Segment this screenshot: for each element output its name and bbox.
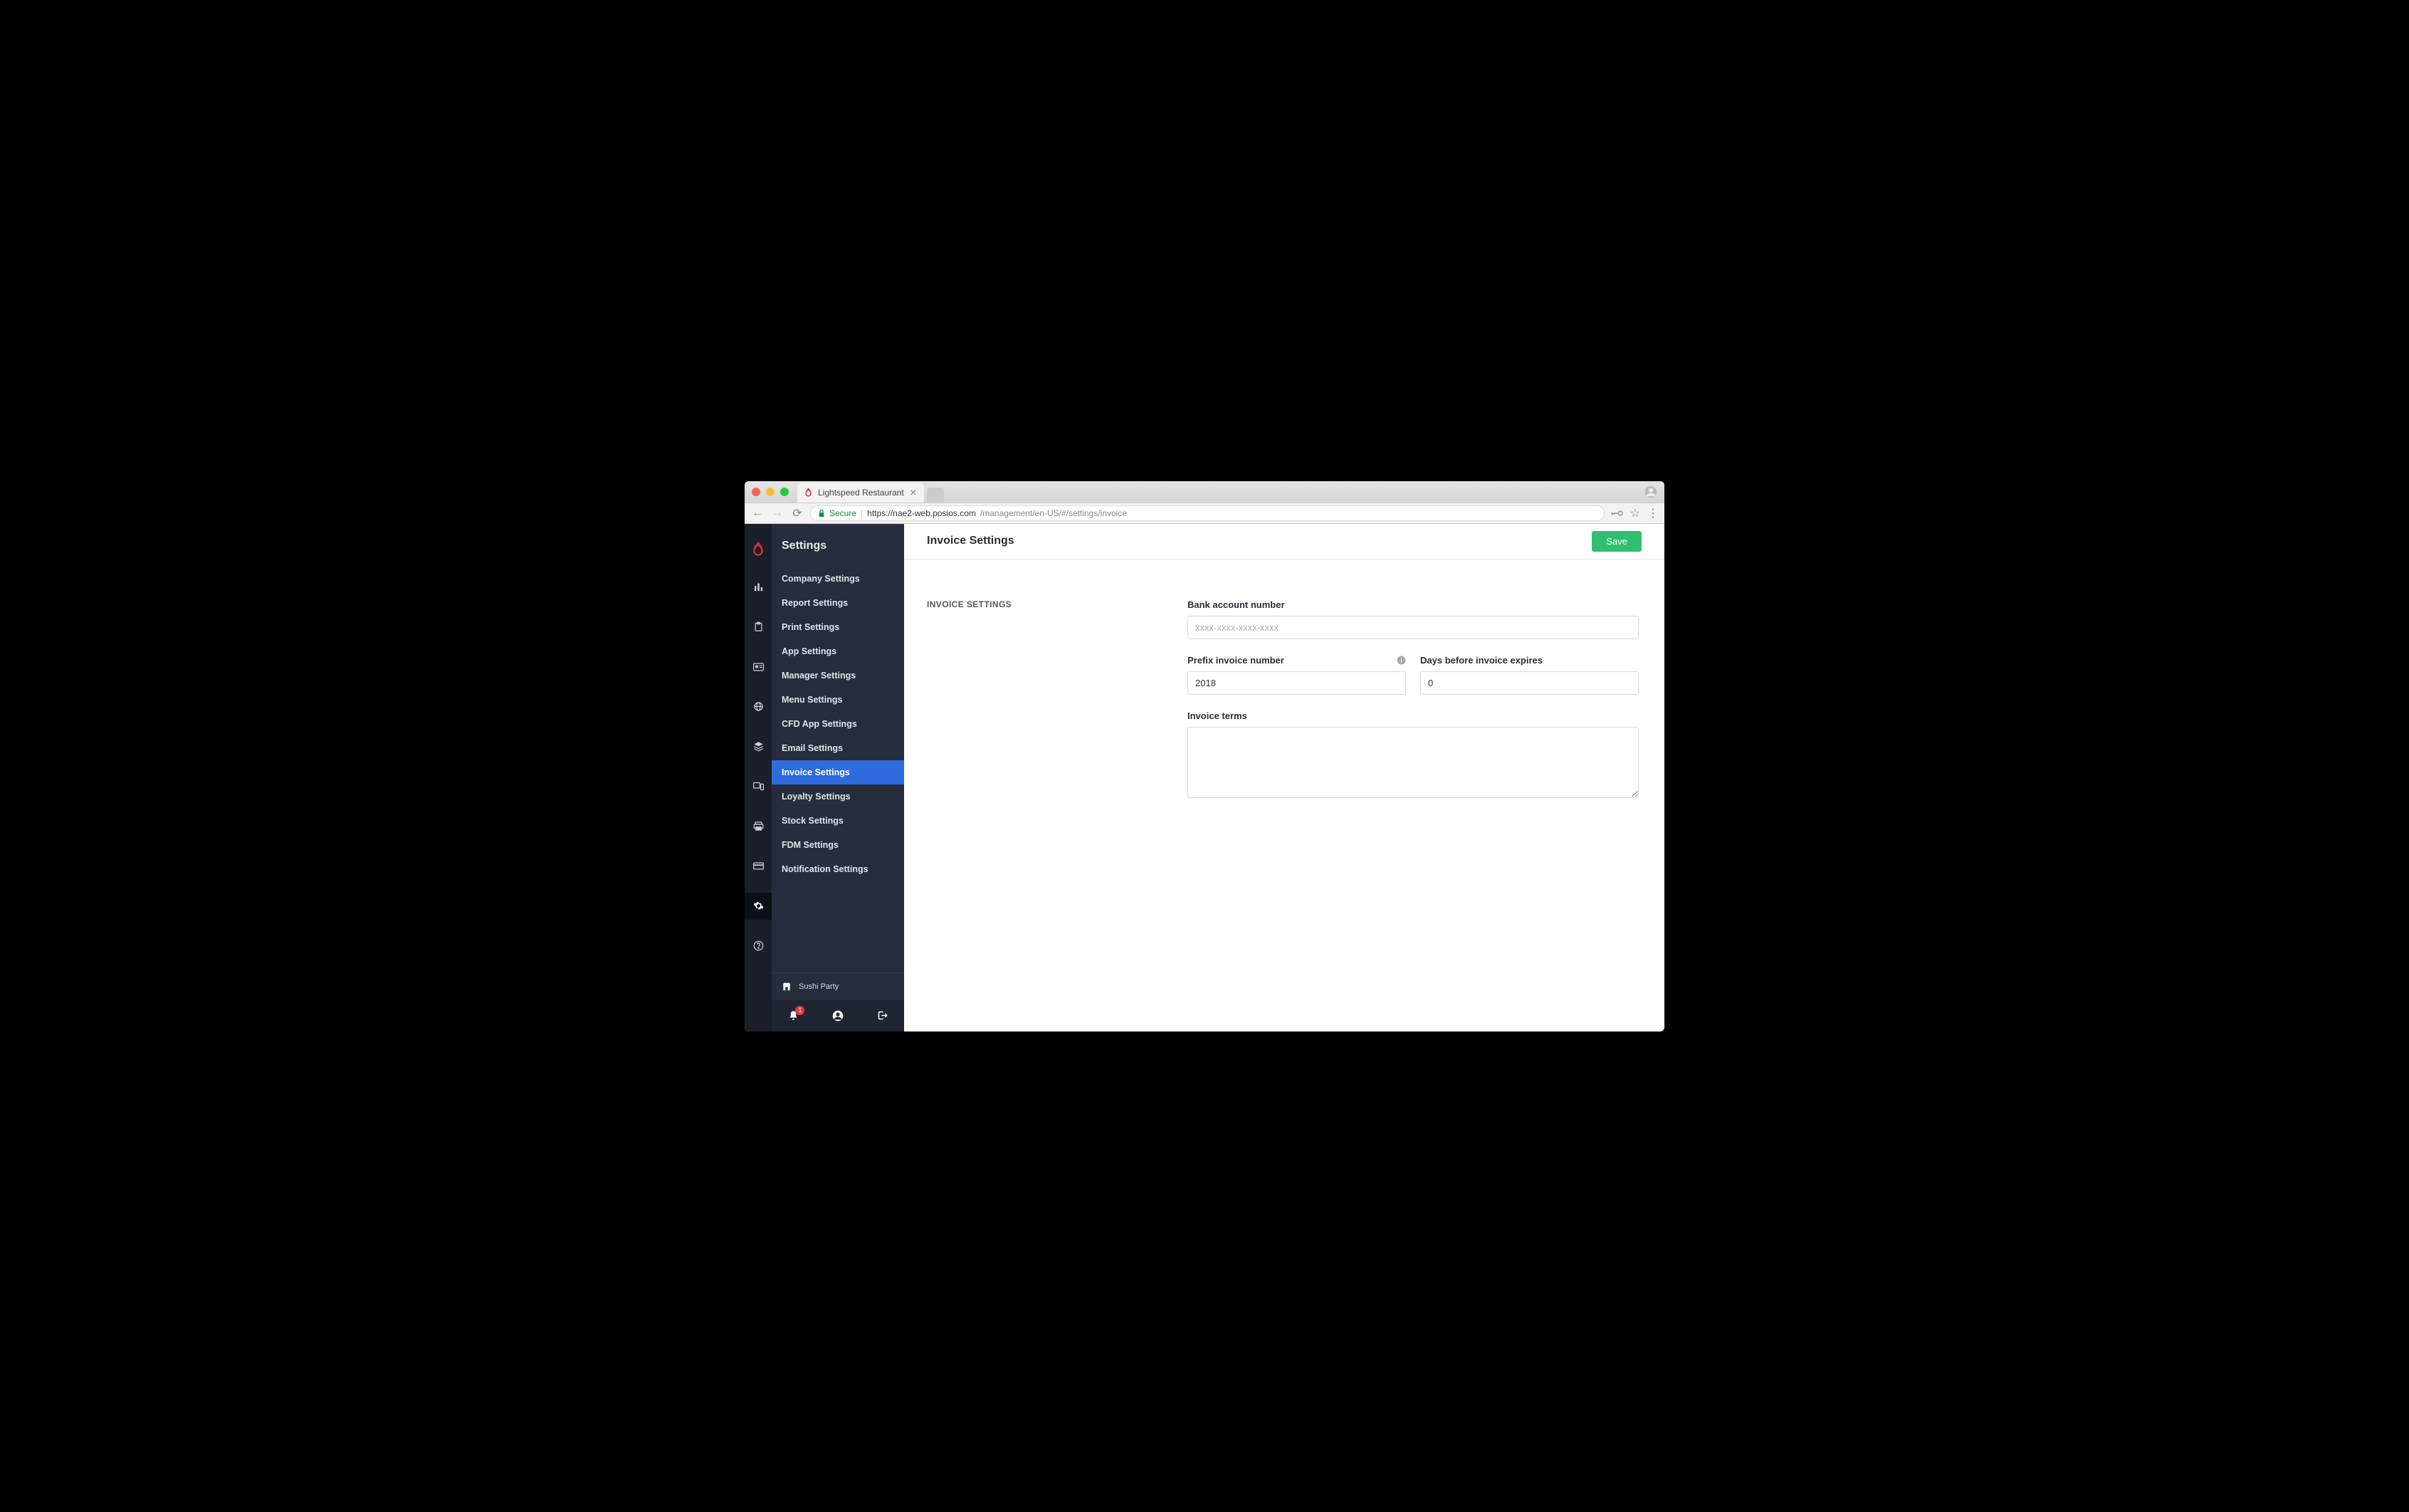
url-input[interactable]: Secure | https://nae2-web.posios.com/man… bbox=[810, 505, 1605, 521]
rail-printer-icon[interactable] bbox=[745, 813, 772, 840]
sidebar-item-label: Invoice Settings bbox=[782, 767, 850, 777]
terms-field: Invoice terms bbox=[1187, 710, 1639, 802]
rail-gear-icon[interactable] bbox=[745, 893, 772, 920]
prefix-field: Prefix invoice number bbox=[1187, 655, 1406, 695]
terms-textarea[interactable] bbox=[1187, 727, 1639, 798]
sidebar-item-loyalty-settings[interactable]: Loyalty Settings bbox=[772, 784, 904, 809]
prefix-label-text: Prefix invoice number bbox=[1187, 655, 1284, 666]
minimize-window-button[interactable] bbox=[766, 488, 775, 496]
browser-window: Lightspeed Restaurant ✕ ← → ⟳ Secure | h… bbox=[745, 481, 1664, 1031]
rail-devices-icon[interactable] bbox=[745, 773, 772, 800]
sidebar-item-label: Manager Settings bbox=[782, 671, 856, 681]
url-path: /management/en-US/#/settings/invoice bbox=[980, 508, 1127, 518]
section-label: INVOICE SETTINGS bbox=[927, 599, 1166, 817]
address-bar-actions: ☆ ⋮ bbox=[1610, 506, 1659, 520]
browser-tab[interactable]: Lightspeed Restaurant ✕ bbox=[797, 483, 924, 503]
page-title: Invoice Settings bbox=[927, 535, 1014, 547]
form-area: Bank account number Prefix invoice numbe… bbox=[1187, 599, 1639, 817]
rail-help-icon[interactable] bbox=[745, 933, 772, 960]
app-logo-icon[interactable] bbox=[752, 541, 765, 557]
window-controls bbox=[752, 488, 789, 496]
browser-chrome: Lightspeed Restaurant ✕ ← → ⟳ Secure | h… bbox=[745, 481, 1664, 524]
sidebar-items: Company Settings Report Settings Print S… bbox=[772, 567, 904, 972]
sidebar-item-app-settings[interactable]: App Settings bbox=[772, 639, 904, 663]
new-tab-button[interactable] bbox=[927, 488, 944, 502]
sidebar-item-label: Menu Settings bbox=[782, 695, 842, 705]
sidebar-item-menu-settings[interactable]: Menu Settings bbox=[772, 688, 904, 712]
rail-clipboard-icon[interactable] bbox=[745, 614, 772, 641]
info-icon[interactable] bbox=[1397, 656, 1406, 665]
notification-badge: 1 bbox=[795, 1006, 804, 1015]
icon-rail bbox=[745, 524, 772, 1031]
tab-title: Lightspeed Restaurant bbox=[818, 488, 904, 498]
app-body: Settings Company Settings Report Setting… bbox=[745, 524, 1664, 1031]
tab-bar: Lightspeed Restaurant ✕ bbox=[745, 481, 1664, 503]
secure-label: Secure bbox=[829, 508, 856, 518]
flame-icon bbox=[804, 488, 812, 497]
sidebar-item-fdm-settings[interactable]: FDM Settings bbox=[772, 833, 904, 857]
main-content: Invoice Settings Save INVOICE SETTINGS B… bbox=[904, 524, 1664, 1031]
close-tab-icon[interactable]: ✕ bbox=[910, 488, 917, 498]
sidebar-item-company-settings[interactable]: Company Settings bbox=[772, 567, 904, 591]
rail-card-icon[interactable] bbox=[745, 853, 772, 880]
prefix-input[interactable] bbox=[1187, 671, 1406, 695]
rail-layers-icon[interactable] bbox=[745, 733, 772, 760]
sidebar-item-manager-settings[interactable]: Manager Settings bbox=[772, 663, 904, 688]
settings-sidebar: Settings Company Settings Report Setting… bbox=[772, 524, 904, 1031]
star-icon[interactable]: ☆ bbox=[1630, 506, 1640, 520]
bank-account-label: Bank account number bbox=[1187, 599, 1639, 610]
bank-account-input[interactable] bbox=[1187, 616, 1639, 639]
account-row[interactable]: Sushi Party bbox=[772, 972, 904, 1000]
logout-button[interactable] bbox=[877, 1010, 888, 1021]
sidebar-item-label: Email Settings bbox=[782, 743, 843, 753]
sidebar-item-label: Loyalty Settings bbox=[782, 792, 851, 802]
sidebar-bottom-bar: 1 bbox=[772, 1000, 904, 1031]
save-button[interactable]: Save bbox=[1592, 531, 1642, 552]
expires-input[interactable] bbox=[1420, 671, 1639, 695]
url-host: https://nae2-web.posios.com bbox=[867, 508, 976, 518]
sidebar-item-label: FDM Settings bbox=[782, 840, 839, 850]
sidebar-item-email-settings[interactable]: Email Settings bbox=[772, 736, 904, 760]
profile-icon[interactable] bbox=[1644, 485, 1657, 498]
back-button[interactable]: ← bbox=[750, 507, 765, 520]
terms-label: Invoice terms bbox=[1187, 710, 1639, 721]
sidebar-item-label: Print Settings bbox=[782, 622, 839, 632]
sidebar-item-notification-settings[interactable]: Notification Settings bbox=[772, 857, 904, 881]
notifications-button[interactable]: 1 bbox=[788, 1010, 799, 1022]
sidebar-item-label: CFD App Settings bbox=[782, 719, 857, 729]
sidebar-item-report-settings[interactable]: Report Settings bbox=[772, 591, 904, 615]
sidebar-item-label: App Settings bbox=[782, 646, 836, 656]
forward-button[interactable]: → bbox=[770, 507, 784, 520]
user-button[interactable] bbox=[832, 1010, 844, 1022]
sidebar-item-label: Stock Settings bbox=[782, 816, 844, 826]
sidebar-item-label: Company Settings bbox=[782, 574, 860, 584]
store-icon bbox=[782, 982, 792, 992]
expires-label: Days before invoice expires bbox=[1420, 655, 1639, 666]
kebab-menu-icon[interactable]: ⋮ bbox=[1647, 506, 1659, 520]
lock-icon bbox=[818, 509, 825, 518]
rail-dashboard-icon[interactable] bbox=[745, 574, 772, 601]
close-window-button[interactable] bbox=[752, 488, 760, 496]
sidebar-title: Settings bbox=[772, 524, 904, 567]
sidebar-item-label: Report Settings bbox=[782, 598, 848, 608]
address-bar: ← → ⟳ Secure | https://nae2-web.posios.c… bbox=[745, 503, 1664, 524]
rail-id-card-icon[interactable] bbox=[745, 653, 772, 681]
page-header: Invoice Settings Save bbox=[904, 524, 1664, 560]
account-name: Sushi Party bbox=[799, 982, 839, 991]
sidebar-item-stock-settings[interactable]: Stock Settings bbox=[772, 809, 904, 833]
bank-account-field: Bank account number bbox=[1187, 599, 1639, 639]
key-icon[interactable] bbox=[1610, 510, 1623, 517]
sidebar-item-cfd-app-settings[interactable]: CFD App Settings bbox=[772, 712, 904, 736]
sidebar-item-invoice-settings[interactable]: Invoice Settings bbox=[772, 760, 904, 784]
sidebar-item-label: Notification Settings bbox=[782, 864, 868, 874]
rail-globe-icon[interactable] bbox=[745, 693, 772, 720]
divider: | bbox=[861, 508, 863, 518]
sidebar-item-print-settings[interactable]: Print Settings bbox=[772, 615, 904, 639]
prefix-label: Prefix invoice number bbox=[1187, 655, 1406, 666]
expires-field: Days before invoice expires bbox=[1420, 655, 1639, 695]
content-area: INVOICE SETTINGS Bank account number Pre… bbox=[904, 560, 1664, 857]
reload-button[interactable]: ⟳ bbox=[790, 506, 804, 520]
maximize-window-button[interactable] bbox=[780, 488, 789, 496]
